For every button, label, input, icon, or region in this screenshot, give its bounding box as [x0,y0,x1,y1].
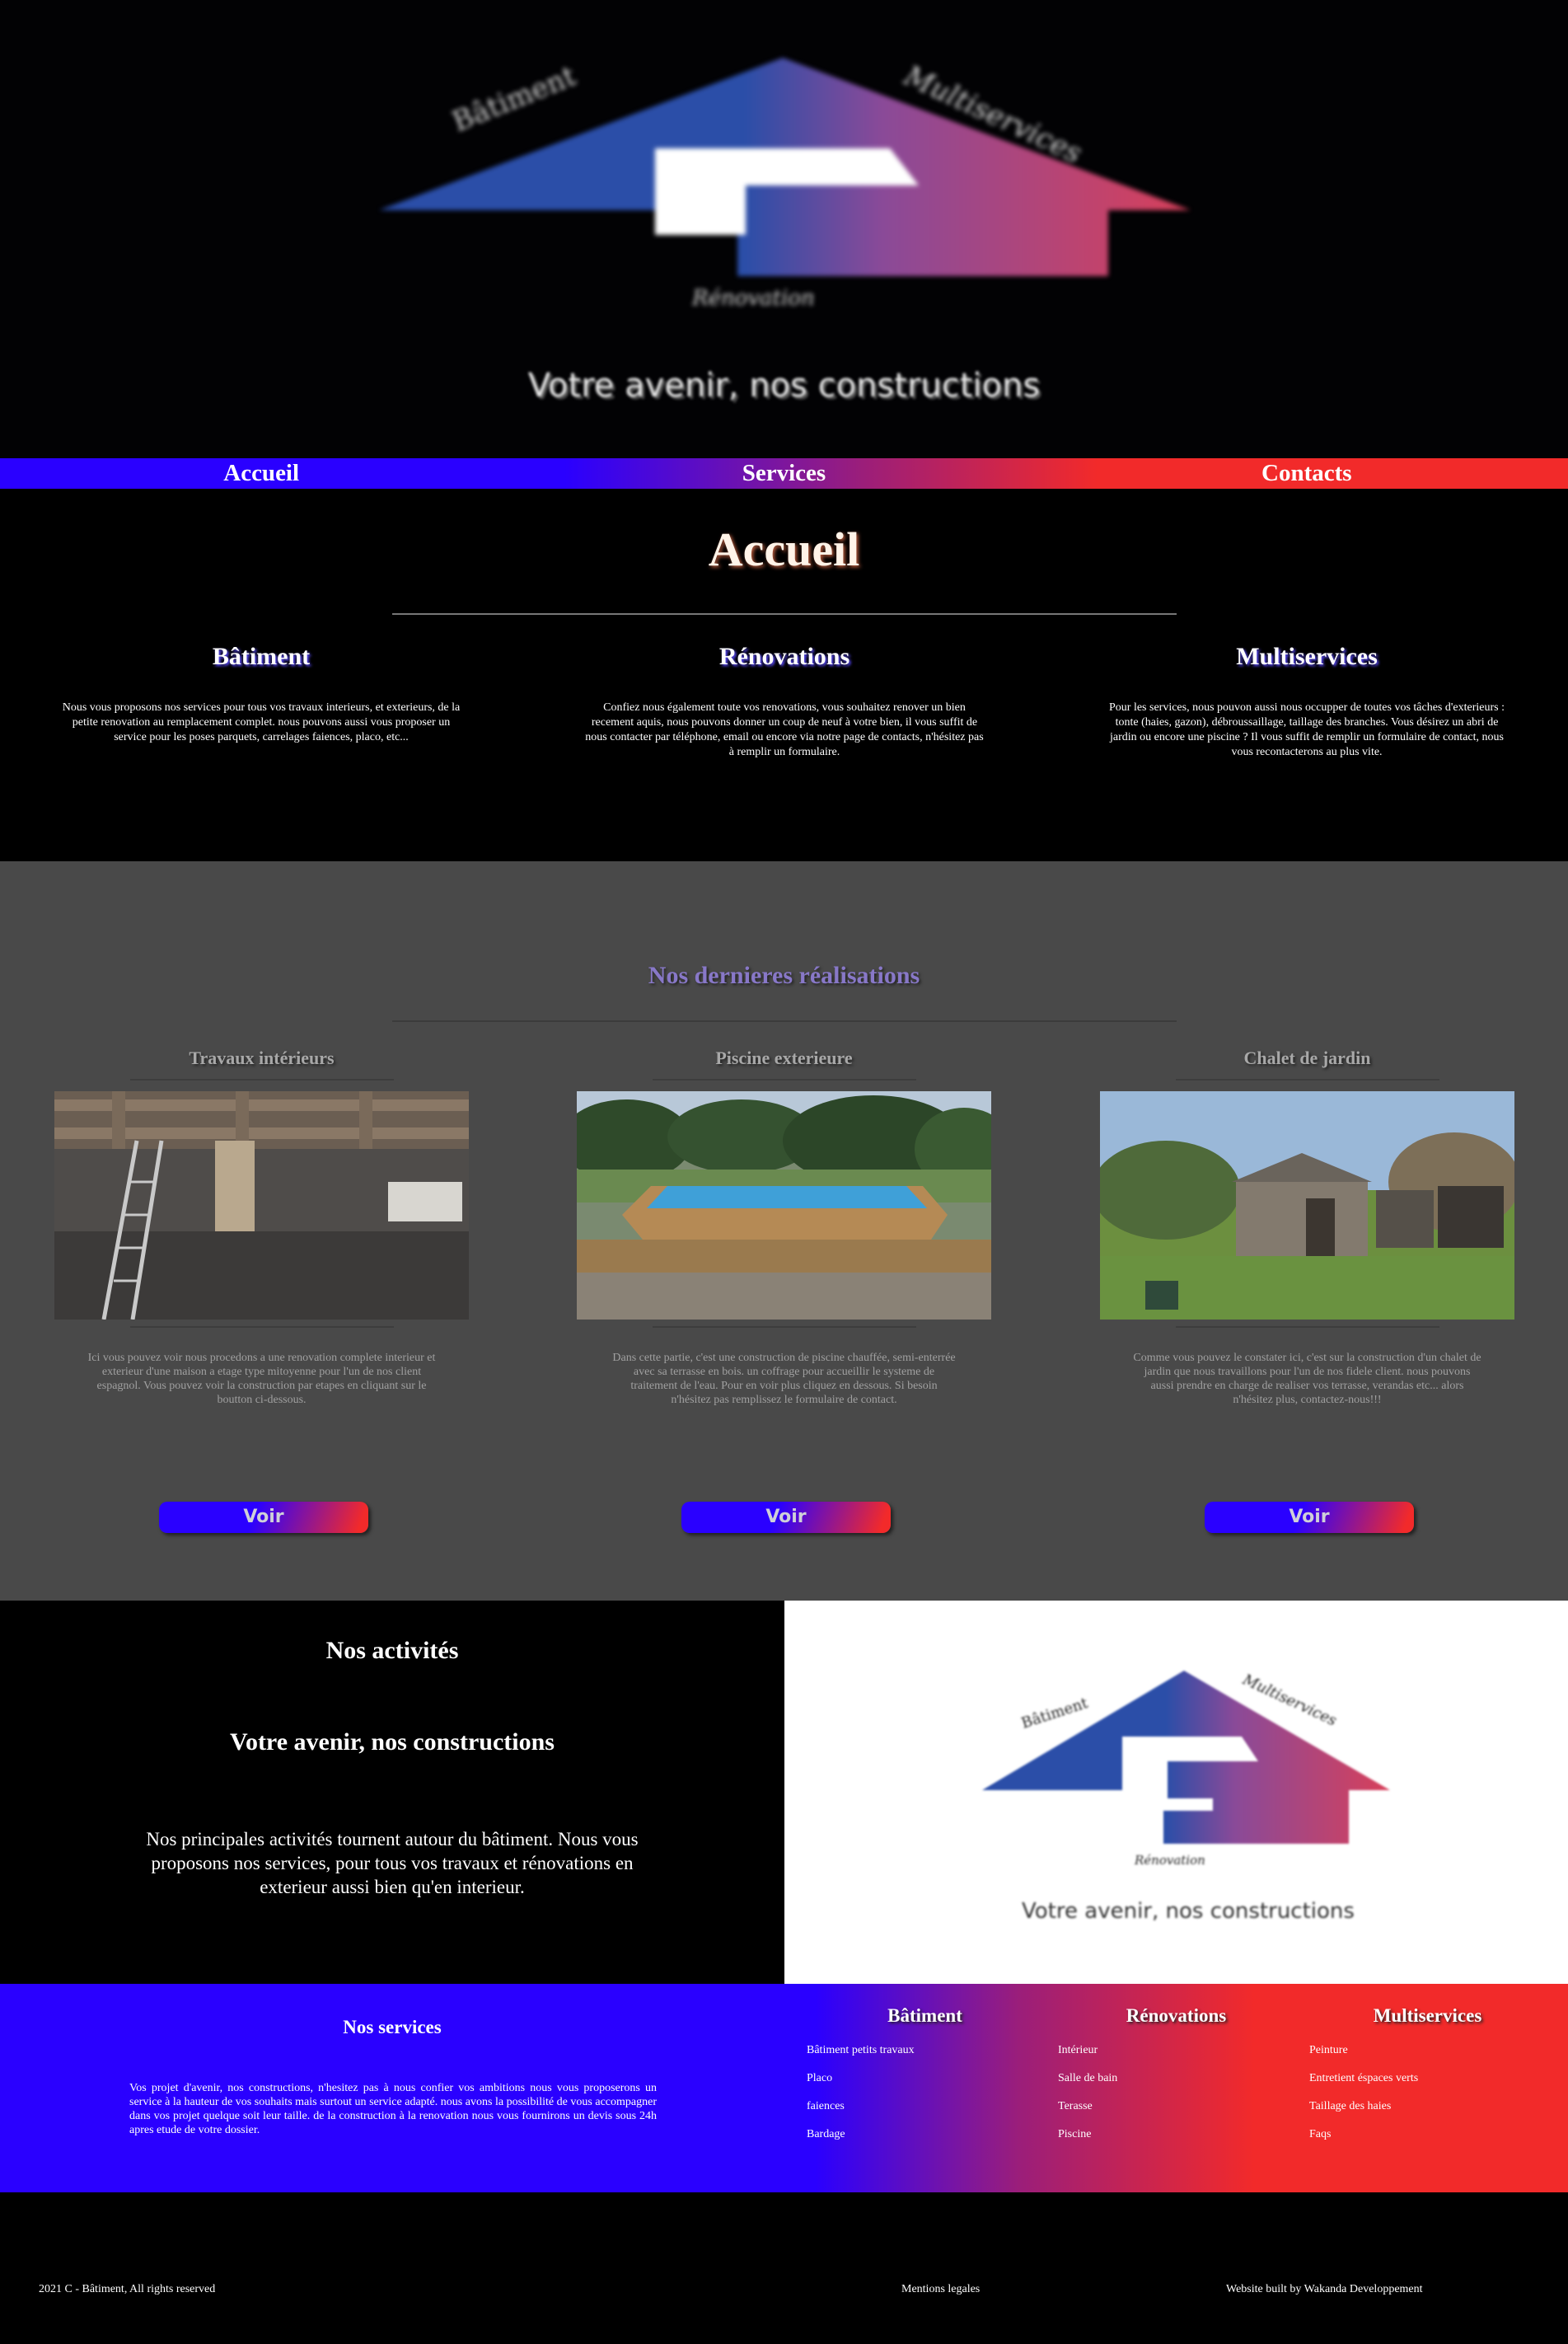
services-column-batiment: Bâtiment Bâtiment petits travaux Placo f… [799,2005,1051,2155]
services-title: Nos services [343,2017,442,2037]
hero-banner: Bâtiment Multiservices Rénovation Votre … [0,0,1568,458]
main-nav: Accueil Services Contacts [0,458,1568,489]
service-link[interactable]: Entretient éspaces verts [1309,2071,1553,2099]
service-link[interactable]: Piscine [1058,2127,1302,2155]
divider [129,1079,394,1081]
realisation-card-interieur: Travaux intérieurs Ici vous pouvez voir … [54,1048,469,1533]
company-logo: Bâtiment Multiservices Rénovation Votre … [982,1671,1390,1924]
divider [652,1079,916,1081]
interior-works-photo [54,1091,469,1320]
divider [129,1326,394,1328]
activites-section: Nos activités Votre avenir, nos construc… [0,1601,784,1984]
garden-chalet-photo [1100,1091,1514,1320]
voir-button-interieur[interactable]: Voir [159,1502,368,1533]
voir-button-chalet[interactable]: Voir [1205,1502,1414,1533]
services-text: Vos projet d'avenir, nos constructions, … [129,2082,657,2136]
service-link[interactable]: Intérieur [1058,2043,1302,2071]
service-link[interactable]: faiences [807,2099,1051,2127]
card-title: Chalet de jardin [1243,1048,1371,1068]
activites-text: Nos principales activités tournent autou… [146,1829,639,1897]
logo-text-left: Bâtiment [447,59,581,138]
footer-legal-link[interactable]: Mentions legales [901,2283,980,2296]
logo-text-left: Bâtiment [1019,1695,1091,1732]
realisations-title: Nos dernieres réalisations [648,962,920,989]
nav-item-contacts[interactable]: Contacts [1046,458,1568,489]
services-column-renovations: Rénovations Intérieur Salle de bain Tera… [1051,2005,1302,2155]
services-column-title: Multiservices [1373,2005,1482,2026]
company-logo: Bâtiment Multiservices Rénovation [363,45,1203,317]
card-text: Ici vous pouvez voir nous procedons a un… [87,1352,436,1406]
services-column-title: Bâtiment [887,2005,962,2026]
services-column-title: Rénovations [1126,2005,1227,2026]
pool-photo [577,1091,991,1320]
nav-item-accueil[interactable]: Accueil [0,458,522,489]
divider [652,1326,916,1328]
accueil-column-renovations: Rénovations Confiez nous également toute… [578,643,990,760]
logo-text-bottom: Rénovation [1134,1853,1205,1868]
realisations-section: Nos dernieres réalisations Travaux intér… [0,861,1568,1601]
footer-credit: Website built by Wakanda Developpement [1226,2283,1423,2295]
divider [1175,1326,1439,1328]
card-title: Travaux intérieurs [189,1048,335,1068]
divider [392,613,1177,615]
logo-text-bottom: Rénovation [691,286,815,311]
hero-tagline: Votre avenir, nos constructions [527,367,1041,405]
services-column-multiservices: Multiservices Peinture Entretient éspace… [1302,2005,1553,2155]
column-title: Multiservices [1236,643,1378,670]
services-section: Nos services Vos projet d'avenir, nos co… [0,1984,1568,2192]
realisation-card-chalet: Chalet de jardin Comme vous pouvez le co… [1100,1048,1514,1533]
card-title: Piscine exterieure [715,1048,853,1068]
activites-title: Nos activités [325,1637,459,1664]
service-link[interactable]: Bardage [807,2127,1051,2155]
voir-button-piscine[interactable]: Voir [681,1502,891,1533]
footer-copyright: 2021 C - Bâtiment, All rights reserved [39,2283,216,2295]
accueil-section: Accueil Bâtiment Nous vous proposons nos… [0,489,1568,861]
activites-logo-panel: Bâtiment Multiservices Rénovation Votre … [784,1601,1568,1984]
accueil-title: Accueil [708,523,860,576]
logo-tagline: Votre avenir, nos constructions [1022,1899,1355,1924]
service-link[interactable]: Faqs [1309,2127,1553,2155]
column-title: Bâtiment [212,643,311,670]
divider [392,1020,1177,1022]
card-text: Comme vous pouvez le constater ici, c'es… [1133,1352,1481,1406]
service-link[interactable]: Terasse [1058,2099,1302,2127]
column-text: Pour les services, nous pouvon aussi nou… [1109,701,1505,758]
footer: 2021 C - Bâtiment, All rights reserved M… [0,2192,1568,2344]
column-text: Nous vous proposons nos services pour to… [62,701,461,743]
service-link[interactable]: Salle de bain [1058,2071,1302,2099]
column-text: Confiez nous également toute vos renovat… [585,701,984,758]
activites-subtitle: Votre avenir, nos constructions [230,1728,555,1756]
service-link[interactable]: Taillage des haies [1309,2099,1553,2127]
column-title: Rénovations [718,643,850,670]
card-text: Dans cette partie, c'est une constructio… [612,1352,956,1406]
accueil-column-multiservices: Multiservices Pour les services, nous po… [1101,643,1513,760]
service-link[interactable]: Placo [807,2071,1051,2099]
service-link[interactable]: Bâtiment petits travaux [807,2043,1051,2071]
nav-item-services[interactable]: Services [522,458,1045,489]
accueil-column-batiment: Bâtiment Nous vous proposons nos service… [55,643,467,745]
realisation-card-piscine: Piscine exterieure Dans cette partie, c'… [577,1048,991,1533]
divider [1175,1079,1439,1081]
service-link[interactable]: Peinture [1309,2043,1553,2071]
